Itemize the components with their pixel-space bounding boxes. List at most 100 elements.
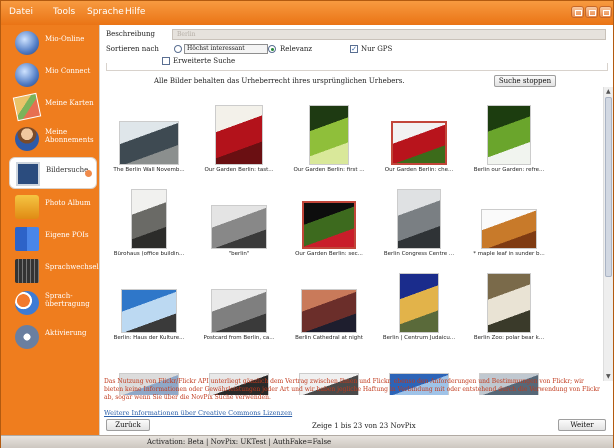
flickr-disclaimer: Das Nutzung von Flickr/Flickr API unterl… (104, 378, 600, 401)
scroll-down-icon[interactable]: ▼ (606, 373, 611, 380)
result-thumbnail-frame (376, 185, 462, 249)
menu-bar: Datei Tools Sprache Hilfe (1, 1, 613, 25)
photo-album-icon (15, 195, 39, 219)
creative-commons-link[interactable]: Weitere Informationen über Creative Comm… (104, 409, 292, 417)
sidebar-item-bildersuche[interactable]: Bildersuche (9, 157, 97, 189)
description-input[interactable]: Berlin (172, 29, 606, 40)
sort-radio-relevance[interactable] (268, 45, 276, 53)
result-thumbnail-frame (466, 269, 552, 333)
menu-tools[interactable]: Tools (53, 7, 75, 17)
sidebar-item-sprachuebertragung[interactable]: Sprach-übertragung (9, 287, 97, 319)
result-thumbnail[interactable] (215, 105, 263, 165)
result-thumbnail[interactable] (119, 121, 179, 165)
result-thumbnail[interactable] (481, 209, 537, 249)
results-grid: The Berlin Wall Novemb... Our Garden Berl… (104, 95, 604, 395)
result-caption: Berlin our Garden: refre... (473, 167, 545, 173)
result-thumbnail[interactable] (211, 205, 267, 249)
sidebar-item-label: Eigene POIs (45, 231, 89, 239)
result-thumbnail[interactable] (487, 273, 531, 333)
menu-datei[interactable]: Datei (9, 7, 33, 17)
close-icon[interactable] (599, 6, 612, 18)
results-scrollbar[interactable]: ▲ ▼ (603, 87, 613, 381)
sidebar-item-aktivierung[interactable]: Aktivierung (9, 321, 97, 353)
menu-hilfe[interactable]: Hilfe (125, 7, 145, 17)
sort-label: Sortieren nach (106, 45, 159, 53)
sidebar-item-photo-album[interactable]: Photo Album (9, 191, 97, 223)
result-thumbnail-frame (196, 269, 282, 333)
result-thumbnail[interactable] (121, 289, 177, 333)
sidebar: Mio-Online Mio Connect Meine Karten Mein… (1, 25, 99, 435)
result-thumbnail[interactable] (211, 289, 267, 333)
result-thumbnail[interactable] (397, 189, 441, 249)
maximize-icon[interactable] (585, 6, 598, 18)
person-icon (15, 127, 39, 151)
sidebar-item-mio-online[interactable]: Mio-Online (9, 27, 97, 59)
sidebar-item-eigene-pois[interactable]: Eigene POIs (9, 223, 97, 255)
result-thumbnail[interactable] (131, 189, 167, 249)
sort-option-relevance-label[interactable]: Relevanz (280, 45, 312, 53)
sort-option-interesting-label[interactable]: Höchst interessant (184, 44, 268, 54)
result-caption: Our Garden Berlin: first ... (293, 167, 365, 173)
result-thumbnail-frame (196, 185, 282, 249)
result-caption: "berlin" (228, 251, 250, 257)
result-caption: Berlin: Haus der Kulture... (113, 335, 185, 341)
stop-search-button[interactable]: Suche stoppen (494, 75, 556, 87)
menu-sprache[interactable]: Sprache (87, 7, 124, 17)
sidebar-item-meine-abonnements[interactable]: Meine Abonnements (9, 123, 97, 155)
active-indicator-icon (85, 170, 92, 177)
result-caption: Our Garden Berlin: sec... (295, 251, 363, 257)
status-text: Activation: Beta | NovPix: UKTest | Auth… (147, 438, 332, 446)
result-caption: Postcard from Berlin, ca... (203, 335, 275, 341)
advanced-search-panel (106, 63, 608, 71)
sidebar-item-label: Mio-Online (45, 35, 85, 43)
sidebar-item-meine-karten[interactable]: Meine Karten (9, 91, 97, 123)
globe-icon (15, 31, 39, 55)
monitor-globe-icon (15, 63, 39, 87)
sort-radio-interesting[interactable] (174, 45, 182, 53)
gps-only-label: Nur GPS (361, 45, 393, 53)
pagination-info: Zeige 1 bis 23 von 23 NovPix (312, 422, 416, 430)
result-thumbnail-frame (376, 269, 462, 333)
sidebar-item-label: Sprachwechsel (45, 263, 99, 271)
result-thumbnail[interactable] (301, 289, 357, 333)
sidebar-item-label: Sprach-übertragung (45, 292, 90, 308)
result-caption: * maple leaf in sunder b... (473, 251, 545, 257)
sidebar-item-label: Meine Karten (45, 99, 94, 107)
result-thumbnail-frame (286, 269, 372, 333)
result-caption: Berlin Cathedral at night (295, 335, 363, 341)
copyright-note: Alle Bilder behalten das Urheberrecht ih… (154, 77, 405, 85)
scrollbar-thumb[interactable] (605, 97, 612, 277)
result-caption: Our Garden Berlin: tast... (204, 167, 274, 173)
result-thumbnail-frame (466, 185, 552, 249)
result-thumbnail-frame (106, 101, 192, 165)
result-thumbnail-frame (106, 185, 192, 249)
result-caption: The Berlin Wall Novemb... (113, 167, 185, 173)
result-thumbnail-frame (196, 101, 282, 165)
result-thumbnail[interactable] (399, 273, 439, 333)
result-caption: Berlin Congress Centre ... (383, 251, 455, 257)
result-thumbnail[interactable] (309, 105, 349, 165)
result-thumbnail-frame (286, 101, 372, 165)
result-thumbnail-frame (466, 101, 552, 165)
status-bar: Activation: Beta | NovPix: UKTest | Auth… (1, 435, 613, 448)
app-window: Datei Tools Sprache Hilfe Mio-Online Mio… (0, 0, 614, 448)
back-button[interactable]: Zurück (106, 419, 150, 431)
scroll-up-icon[interactable]: ▲ (606, 88, 611, 95)
map-icon (12, 92, 42, 122)
result-caption: Our Garden Berlin: che... (384, 167, 454, 173)
image-search-panel: Beschreibung Berlin Sortieren nach Höchs… (99, 25, 613, 435)
minimize-icon[interactable] (571, 6, 584, 18)
next-button[interactable]: Weiter (558, 419, 606, 431)
result-thumbnail[interactable] (302, 201, 356, 249)
result-caption: Bürohaus (office buildin... (113, 251, 185, 257)
gps-only-checkbox[interactable]: ✓ (350, 45, 358, 53)
sidebar-item-mio-connect[interactable]: Mio Connect (9, 59, 97, 91)
result-caption: Berlin | Centrum Judaicu... (382, 335, 456, 341)
sidebar-item-label: Mio Connect (45, 67, 91, 75)
sidebar-item-label: Meine Abonnements (45, 128, 94, 144)
sidebar-item-sprachwechsel[interactable]: Sprachwechsel (9, 255, 99, 287)
description-label: Beschreibung (106, 30, 156, 38)
book-icon (15, 227, 39, 251)
result-thumbnail[interactable] (487, 105, 531, 165)
result-thumbnail[interactable] (391, 121, 447, 165)
